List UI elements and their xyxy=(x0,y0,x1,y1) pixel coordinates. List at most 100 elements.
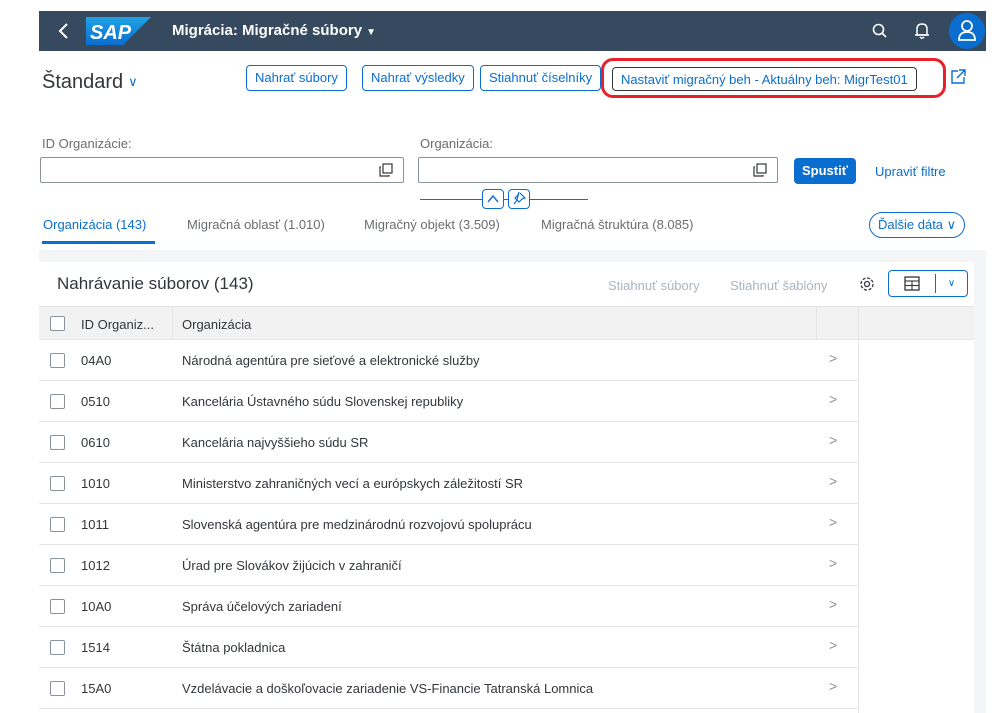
cell-organization: Slovenská agentúra pre medzinárodnú rozv… xyxy=(182,517,532,532)
row-checkbox[interactable] xyxy=(50,599,65,614)
chevron-right-icon: > xyxy=(829,350,838,366)
cell-organization: Kancelária Ústavného súdu Slovenskej rep… xyxy=(182,394,464,409)
chevron-right-icon: > xyxy=(829,432,838,448)
pin-icon xyxy=(513,191,527,205)
row-checkbox[interactable] xyxy=(50,640,65,655)
table-row[interactable]: 0610 Kancelária najvyššieho súdu SR > xyxy=(39,422,858,463)
gear-icon[interactable] xyxy=(858,275,876,293)
more-data-label: Ďalšie dáta xyxy=(878,217,944,232)
chevron-down-icon: ∨ xyxy=(946,217,957,232)
chevron-right-icon: > xyxy=(829,555,838,571)
chevron-right-icon: > xyxy=(829,637,838,653)
cell-organization: Úrad pre Slovákov žijúcich v zahraničí xyxy=(182,558,402,573)
highlight-annotation xyxy=(601,58,946,98)
search-icon[interactable] xyxy=(870,21,890,41)
download-templates-button[interactable]: Stiahnuť šablóny xyxy=(730,278,827,293)
variant-selector[interactable]: Štandard ∨ xyxy=(42,71,138,94)
active-tab-indicator xyxy=(42,241,155,244)
cell-organization: Správa účelových zariadení xyxy=(182,599,342,614)
chevron-right-icon: > xyxy=(829,391,838,407)
share-icon[interactable] xyxy=(949,68,967,86)
column-separator xyxy=(172,307,173,340)
bell-icon[interactable] xyxy=(912,21,932,41)
download-files-button[interactable]: Stiahnuť súbory xyxy=(608,278,700,293)
table-header: ID Organiz... Organizácia xyxy=(39,306,974,340)
chevron-right-icon: > xyxy=(829,473,838,489)
tab-organization[interactable]: Organizácia (143) xyxy=(43,217,146,232)
row-checkbox[interactable] xyxy=(50,558,65,573)
value-help-icon[interactable] xyxy=(752,162,768,178)
app-title-menu[interactable]: Migrácia: Migračné súbory ▼ xyxy=(172,22,376,39)
table-row[interactable]: 1514 Štátna pokladnica > xyxy=(39,627,858,668)
value-help-icon[interactable] xyxy=(378,162,394,178)
table-row[interactable]: 15A0 Vzdelávacie a doškoľovacie zariaden… xyxy=(39,668,858,709)
chevron-up-icon xyxy=(487,194,499,203)
cell-organization: Štátna pokladnica xyxy=(182,640,286,655)
download-codelists-button[interactable]: Stiahnuť číselníky xyxy=(480,65,602,91)
user-icon xyxy=(958,20,976,41)
table-row[interactable]: 10A0 Správa účelových zariadení > xyxy=(39,586,858,627)
chevron-down-icon: ∨ xyxy=(128,74,138,89)
org-label: Organizácia: xyxy=(420,136,493,151)
header-divider xyxy=(420,199,588,200)
export-menu-button[interactable]: ∨ xyxy=(936,271,967,296)
column-header-organization[interactable]: Organizácia xyxy=(182,317,251,332)
table-row[interactable]: 1010 Ministerstvo zahraničných vecí a eu… xyxy=(39,463,858,504)
cell-org-id: 1012 xyxy=(81,558,110,573)
logo-text: SAP xyxy=(90,22,132,44)
table-title: Nahrávanie súborov (143) xyxy=(57,274,254,293)
row-checkbox[interactable] xyxy=(50,435,65,450)
tab-migration-structure[interactable]: Migračná štruktúra (8.085) xyxy=(541,217,693,232)
cell-org-id: 1011 xyxy=(81,517,109,532)
cell-org-id: 15A0 xyxy=(81,681,112,696)
tab-migration-area[interactable]: Migračná oblasť (1.010) xyxy=(187,217,325,232)
upload-files-button[interactable]: Nahrať súbory xyxy=(246,65,347,91)
cell-org-id: 10A0 xyxy=(81,599,112,614)
row-checkbox[interactable] xyxy=(50,681,65,696)
spreadsheet-export-icon xyxy=(904,276,920,291)
variant-label: Štandard xyxy=(42,71,124,93)
row-checkbox[interactable] xyxy=(50,353,65,368)
table-row[interactable]: 0510 Kancelária Ústavného súdu Slovenske… xyxy=(39,381,858,422)
table-filler-column xyxy=(858,340,974,713)
row-checkbox[interactable] xyxy=(50,476,65,491)
pin-header-button[interactable] xyxy=(508,189,530,209)
cell-organization: Národná agentúra pre sieťové a elektroni… xyxy=(182,353,480,368)
upload-results-button[interactable]: Nahrať výsledky xyxy=(362,65,474,91)
sap-logo: SAP xyxy=(86,17,151,45)
cell-organization: Ministerstvo zahraničných vecí a európsk… xyxy=(182,476,524,491)
back-button[interactable] xyxy=(53,19,75,43)
export-button[interactable] xyxy=(889,271,935,296)
cell-organization: Vzdelávacie a doškoľovacie zariadenie VS… xyxy=(182,681,594,696)
column-separator xyxy=(816,307,817,340)
column-header-org-id[interactable]: ID Organiz... xyxy=(81,317,154,332)
more-data-button[interactable]: Ďalšie dáta ∨ xyxy=(869,212,966,238)
app-title: Migrácia: Migračné súbory xyxy=(172,22,363,39)
select-all-checkbox[interactable] xyxy=(50,316,65,331)
table-row[interactable]: 04A0 Národná agentúra pre sieťové a elek… xyxy=(39,340,858,381)
cell-org-id: 04A0 xyxy=(81,353,112,368)
go-button[interactable]: Spustiť xyxy=(794,158,856,184)
org-id-field[interactable] xyxy=(40,157,404,183)
row-checkbox[interactable] xyxy=(50,394,65,409)
export-split-button: ∨ xyxy=(888,270,968,297)
org-id-label: ID Organizácie: xyxy=(42,136,132,151)
chevron-down-icon: ∨ xyxy=(947,278,956,289)
table-row[interactable]: 1011 Slovenská agentúra pre medzinárodnú… xyxy=(39,504,858,545)
cell-organization: Kancelária najvyššieho súdu SR xyxy=(182,435,369,450)
adapt-filters-link[interactable]: Upraviť filtre xyxy=(875,164,946,179)
table-row[interactable]: 1012 Úrad pre Slovákov žijúcich v zahran… xyxy=(39,545,858,586)
collapse-header-button[interactable] xyxy=(482,189,504,209)
cell-org-id: 0610 xyxy=(81,435,110,450)
row-checkbox[interactable] xyxy=(50,517,65,532)
column-separator xyxy=(858,307,859,340)
org-field[interactable] xyxy=(418,157,778,183)
back-icon xyxy=(58,23,68,39)
chevron-right-icon: > xyxy=(829,678,838,694)
user-avatar[interactable] xyxy=(949,13,985,49)
cell-org-id: 1010 xyxy=(81,476,110,491)
tab-migration-object[interactable]: Migračný objekt (3.509) xyxy=(364,217,500,232)
cell-org-id: 1514 xyxy=(81,640,110,655)
cell-org-id: 0510 xyxy=(81,394,110,409)
caret-down-icon: ▼ xyxy=(366,27,376,38)
